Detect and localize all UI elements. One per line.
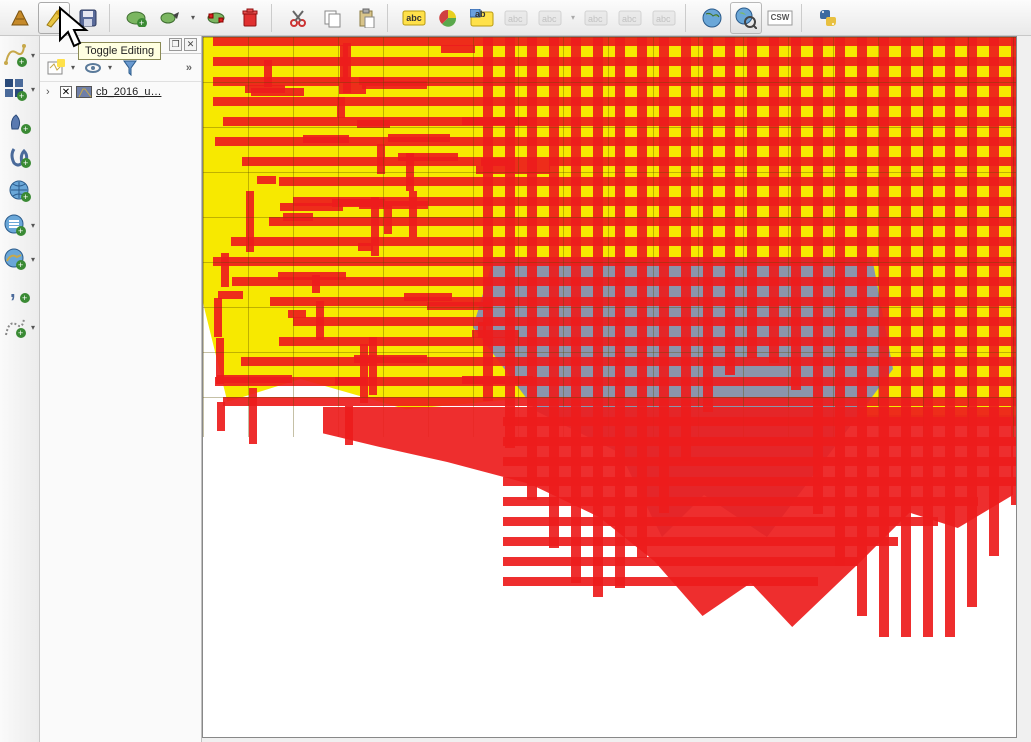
svg-text:+: + [23, 158, 28, 168]
layers-panel: ❐ ✕ ▾ ▾ » › ✕ cb_2016_u… [40, 36, 202, 742]
svg-text:+: + [23, 192, 28, 202]
copy-button[interactable] [316, 2, 348, 34]
label-dropdown: ▾ [568, 13, 578, 22]
svg-text:,: , [10, 281, 16, 302]
svg-text:+: + [23, 124, 28, 134]
new-delimited-button[interactable]: ,+ [5, 278, 35, 308]
change-label-button: abc [648, 2, 680, 34]
svg-text:+: + [18, 260, 23, 270]
layer-visibility-checkbox[interactable]: ✕ [60, 86, 72, 98]
cut-button[interactable] [282, 2, 314, 34]
new-wfs-button[interactable]: + [0, 244, 30, 274]
python-console-button[interactable] [812, 2, 844, 34]
toolbar-separator [109, 4, 115, 32]
map-canvas[interactable] [202, 36, 1017, 738]
move-dropdown[interactable]: ▾ [188, 13, 198, 22]
map-region-blue [473, 257, 893, 537]
show-label-button: abc [534, 2, 566, 34]
abc-label: abc [406, 13, 422, 23]
tree-expand-icon[interactable]: › [46, 86, 56, 98]
new-virtual-button[interactable]: + [0, 312, 30, 342]
current-edits-button[interactable] [4, 2, 36, 34]
top-toolbar: + ▾ abc ab abc abc ▾ abc abc abc [0, 0, 1031, 36]
style-dropdown[interactable]: ▾ [71, 63, 79, 72]
svg-text:+: + [22, 293, 27, 303]
toolbar-separator [387, 4, 393, 32]
ab-label: ab [475, 9, 486, 19]
svg-text:+: + [19, 91, 24, 101]
csw-label: CSW [771, 13, 790, 22]
svg-text:abc: abc [542, 14, 557, 24]
new-wms-button[interactable]: + [5, 176, 35, 206]
pin-label-button: abc [500, 2, 532, 34]
layer-swatch [76, 86, 92, 98]
new-wcs-button[interactable]: + [0, 210, 30, 240]
highlight-label-button[interactable]: ab [466, 2, 498, 34]
svg-text:abc: abc [588, 14, 603, 24]
wcs-dropdown[interactable]: ▾ [31, 221, 39, 230]
svg-text:+: + [18, 226, 23, 236]
diagram-button[interactable] [432, 2, 464, 34]
svg-text:abc: abc [656, 14, 671, 24]
panel-float-button[interactable]: ❐ [169, 38, 182, 51]
new-spatialite-button[interactable]: + [5, 108, 35, 138]
metasearch-button[interactable] [730, 2, 762, 34]
filter-button[interactable] [120, 58, 140, 78]
label-tool-button[interactable]: abc [398, 2, 430, 34]
side-toolbar: + ▾ + ▾ + + + + ▾ + ▾ ,+ + ▾ [0, 36, 40, 742]
svg-text:+: + [18, 328, 23, 338]
toolbar-separator [801, 4, 807, 32]
panel-overflow[interactable]: » [186, 62, 195, 74]
style-preset-button[interactable] [46, 58, 66, 78]
node-tool-button[interactable] [200, 2, 232, 34]
add-feature-button[interactable]: + [120, 2, 152, 34]
new-postgis-button[interactable]: + [5, 142, 35, 172]
toolbar-separator [685, 4, 691, 32]
paste-button[interactable] [350, 2, 382, 34]
rotate-label-button: abc [614, 2, 646, 34]
svg-text:+: + [19, 57, 24, 67]
svg-text:abc: abc [508, 14, 523, 24]
move-label-button: abc [580, 2, 612, 34]
new-raster-button[interactable]: + [0, 74, 30, 104]
svg-text:+: + [139, 18, 144, 27]
delete-selected-button[interactable] [234, 2, 266, 34]
layer-name-label: cb_2016_u… [96, 86, 161, 98]
cursor-icon [56, 6, 96, 52]
new-vector-button[interactable]: + [0, 40, 30, 70]
panel-close-button[interactable]: ✕ [184, 38, 197, 51]
virtual-dropdown[interactable]: ▾ [31, 323, 39, 332]
raster-dropdown[interactable]: ▾ [31, 85, 39, 94]
svg-text:abc: abc [622, 14, 637, 24]
move-feature-button[interactable] [154, 2, 186, 34]
vector-dropdown[interactable]: ▾ [31, 51, 39, 60]
layer-item[interactable]: › ✕ cb_2016_u… [40, 82, 201, 102]
filter-legend-button[interactable] [83, 58, 103, 78]
web-button[interactable] [696, 2, 728, 34]
toolbar-separator [271, 4, 277, 32]
wfs-dropdown[interactable]: ▾ [31, 255, 39, 264]
filter-dropdown[interactable]: ▾ [108, 63, 116, 72]
csw-button[interactable]: CSW [764, 2, 796, 34]
